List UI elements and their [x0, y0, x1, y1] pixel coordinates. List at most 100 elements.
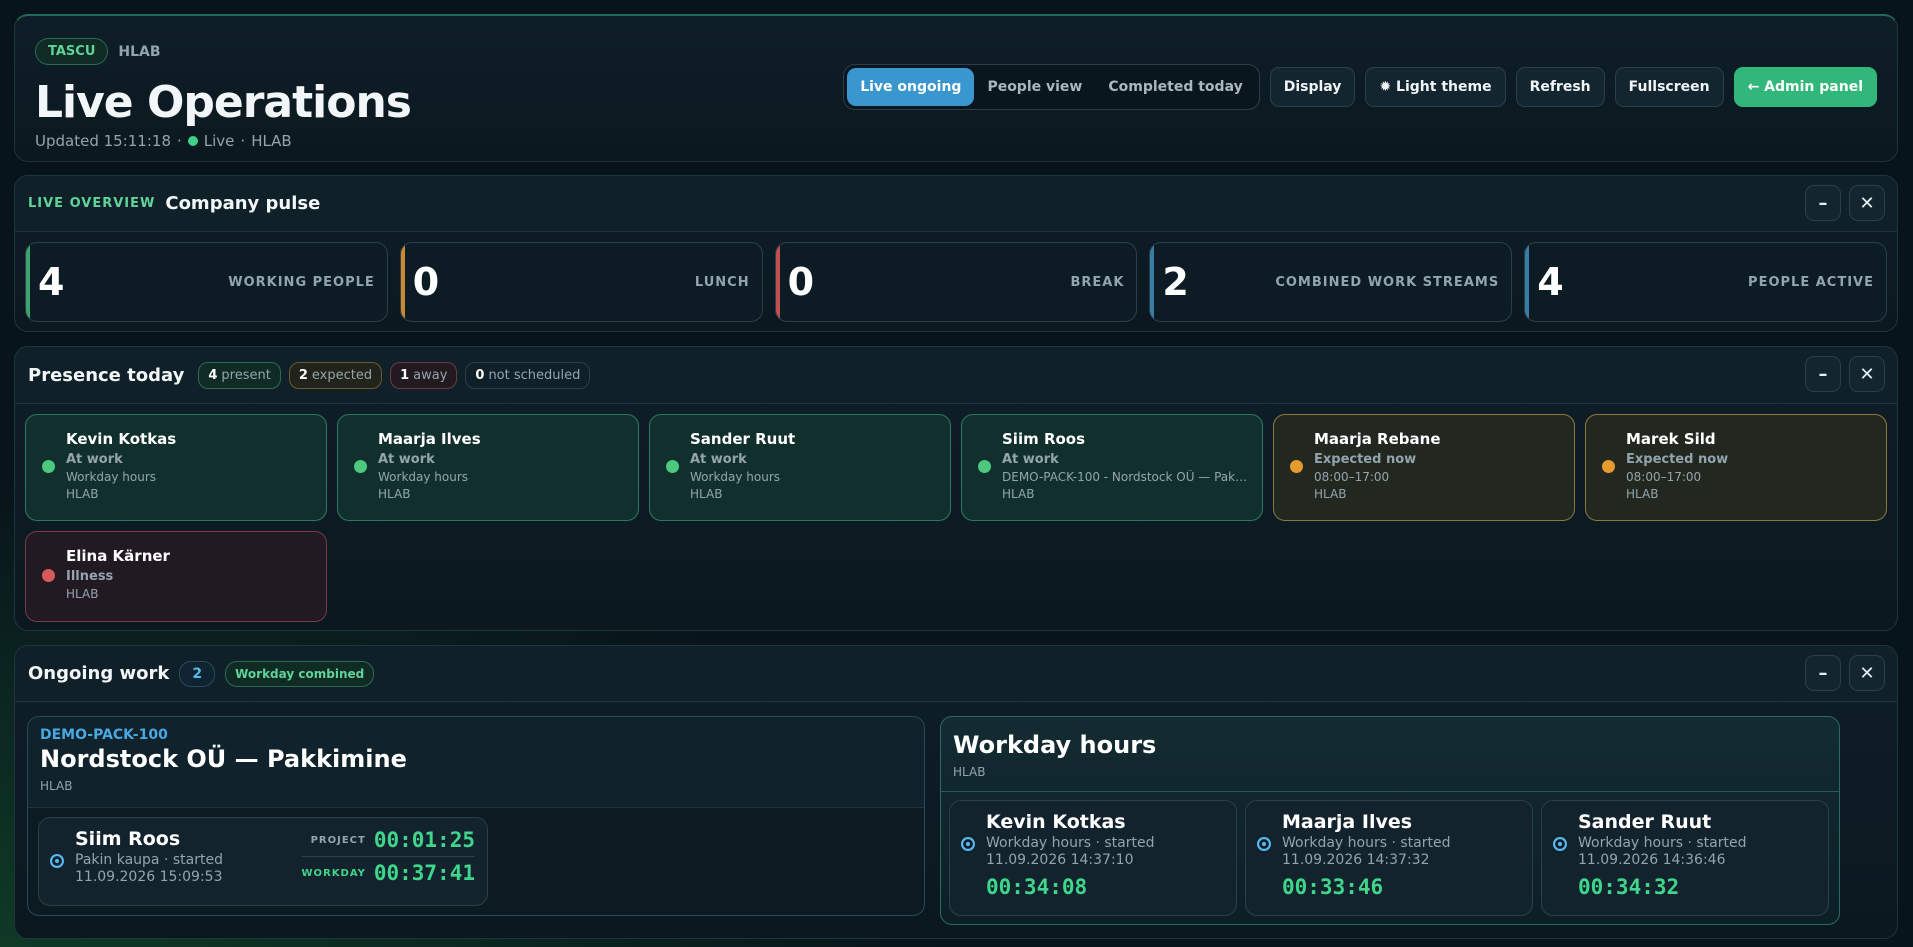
count-value: 1	[400, 367, 410, 383]
person-card[interactable]: Maarja Rebane Expected now 08:00–17:00 HLAB	[1273, 414, 1575, 521]
worker-dot-icon	[50, 854, 64, 868]
workday-title: Workday hours	[953, 731, 1157, 759]
count-label: not scheduled	[488, 367, 581, 383]
stat-accent	[775, 243, 780, 321]
admin-panel-button[interactable]: ← Admin panel	[1733, 67, 1877, 107]
header-panel: TASCU HLAB Live Operations Updated 15:11…	[14, 14, 1898, 162]
overview-header: LIVE OVERVIEW Company pulse – ✕	[15, 176, 1897, 232]
worker-card[interactable]: Siim Roos Pakin kaupa · started 11.09.20…	[38, 817, 488, 906]
brand-org: HLAB	[118, 43, 161, 60]
worker-timer: 00:34:32	[1578, 875, 1680, 899]
worker-timer: 00:34:08	[986, 875, 1088, 899]
overview-panel: LIVE OVERVIEW Company pulse – ✕ 4 WORKING…	[14, 175, 1898, 332]
tab-people-view[interactable]: People view	[974, 68, 1095, 106]
count-expected[interactable]: 2 expected	[288, 361, 383, 389]
worker-name: Kevin Kotkas	[986, 811, 1126, 833]
window-buttons: – ✕	[1805, 356, 1885, 392]
close-button[interactable]: ✕	[1849, 185, 1885, 221]
worker-card[interactable]: Sander Ruut Workday hours · started 11.09…	[1541, 800, 1829, 916]
close-button[interactable]: ✕	[1849, 356, 1885, 392]
worker-sub: Workday hours · started 11.09.2026 14:37…	[1282, 835, 1451, 868]
stat-value: 4	[38, 260, 65, 304]
close-button[interactable]: ✕	[1849, 655, 1885, 691]
person-detail: 08:00–17:00	[1314, 470, 1390, 484]
refresh-button[interactable]: Refresh	[1515, 67, 1605, 107]
count-away[interactable]: 1 away	[390, 361, 458, 389]
project-code: DEMO-PACK-100	[40, 727, 168, 743]
minimize-button[interactable]: –	[1805, 185, 1841, 221]
ongoing-count: 2	[179, 660, 216, 687]
person-card[interactable]: Sander Ruut At work Workday hours HLAB	[649, 414, 951, 521]
minimize-button[interactable]: –	[1805, 655, 1841, 691]
workday-org: HLAB	[953, 765, 986, 779]
worker-sub: Workday hours · started 11.09.2026 14:36…	[1578, 835, 1747, 868]
worker-card[interactable]: Maarja Ilves Workday hours · started 11.0…	[1245, 800, 1533, 916]
ongoing-panel: Ongoing work 2 Workday combined – ✕ DEMO…	[14, 645, 1898, 939]
fullscreen-button[interactable]: Fullscreen	[1614, 67, 1724, 107]
person-card[interactable]: Siim Roos At work DEMO-PACK-100 - Nordstoc…	[961, 414, 1263, 521]
header-controls: Live ongoing People view Completed today…	[843, 64, 1877, 110]
person-card[interactable]: Kevin Kotkas At work Workday hours HLAB	[25, 414, 327, 521]
count-not-scheduled[interactable]: 0 not scheduled	[465, 361, 591, 389]
workday-timer-label: WORKDAY	[301, 867, 366, 879]
count-label: expected	[311, 367, 373, 383]
stat-label: WORKING PEOPLE	[228, 274, 375, 290]
person-card[interactable]: Elina Kärner Illness HLAB	[25, 531, 327, 622]
workday-combined-badge: Workday combined	[225, 660, 375, 687]
person-card[interactable]: Maarja Ilves At work Workday hours HLAB	[337, 414, 639, 521]
person-detail: Workday hours	[690, 470, 781, 484]
status-dot-icon	[354, 460, 367, 473]
count-present[interactable]: 4 present	[198, 361, 281, 389]
brand-row: TASCU HLAB	[35, 38, 1877, 65]
stat-label: PEOPLE ACTIVE	[1748, 274, 1874, 290]
stat-value: 2	[1162, 260, 1189, 304]
presence-panel: Presence today 4 present 2 expected 1 away …	[14, 346, 1898, 631]
separator: ·	[176, 132, 182, 150]
live-dot-icon	[187, 136, 198, 146]
minimize-button[interactable]: –	[1805, 356, 1841, 392]
person-org: HLAB	[378, 487, 411, 501]
light-theme-button[interactable]: ✹ Light theme	[1365, 67, 1506, 107]
stat-value: 4	[1537, 260, 1564, 304]
person-name: Marek Sild	[1626, 430, 1716, 448]
status-dot-icon	[1290, 460, 1303, 473]
presence-grid: Kevin Kotkas At work Workday hours HLAB Maa…	[15, 404, 1897, 630]
status-line: Updated 15:11:18 · Live · HLAB	[35, 132, 1877, 150]
project-card[interactable]: DEMO-PACK-100 Nordstock OÜ — Pakkimine H…	[27, 716, 925, 916]
stat-value: 0	[787, 260, 815, 304]
workday-card[interactable]: Workday hours HLAB Kevin Kotkas Workday h…	[940, 716, 1840, 925]
worker-dot-icon	[1257, 837, 1271, 851]
person-card[interactable]: Marek Sild Expected now 08:00–17:00 HLAB	[1585, 414, 1887, 521]
tab-live-ongoing[interactable]: Live ongoing	[847, 68, 975, 106]
stat-label: BREAK	[1070, 274, 1125, 290]
person-detail: 08:00–17:00	[1626, 470, 1702, 484]
person-status: Expected now	[1314, 452, 1417, 467]
worker-sub: Pakin kaupa · started 11.09.2026 15:09:5…	[75, 852, 223, 885]
person-org: HLAB	[1314, 487, 1347, 501]
live-label: Live	[203, 132, 235, 150]
stat-label: LUNCH	[694, 274, 750, 290]
worker-card[interactable]: Kevin Kotkas Workday hours · started 11.0…	[949, 800, 1237, 916]
person-org: HLAB	[1626, 487, 1659, 501]
count-label: away	[413, 367, 448, 383]
workday-header: Workday hours HLAB	[941, 717, 1839, 792]
status-dot-icon	[978, 460, 991, 473]
count-value: 2	[298, 367, 308, 383]
brand-pill: TASCU	[35, 38, 109, 65]
count-label: present	[221, 367, 271, 383]
window-buttons: – ✕	[1805, 655, 1885, 691]
person-org: HLAB	[1002, 487, 1035, 501]
person-detail: Workday hours	[378, 470, 469, 484]
sun-icon: ✹	[1379, 79, 1397, 95]
project-timer-row: PROJECT 00:01:25	[301, 828, 475, 857]
tab-completed-today[interactable]: Completed today	[1095, 68, 1255, 106]
workday-workers: Kevin Kotkas Workday hours · started 11.0…	[941, 792, 1839, 924]
worker-sub: Workday hours · started 11.09.2026 14:37…	[986, 835, 1155, 868]
stat-accent	[26, 243, 30, 321]
project-org: HLAB	[40, 779, 73, 793]
ongoing-title: Ongoing work	[28, 663, 170, 684]
live-org: HLAB	[251, 132, 292, 150]
count-value: 0	[475, 367, 485, 383]
display-button[interactable]: Display	[1269, 67, 1356, 107]
stat-accent	[400, 243, 405, 321]
